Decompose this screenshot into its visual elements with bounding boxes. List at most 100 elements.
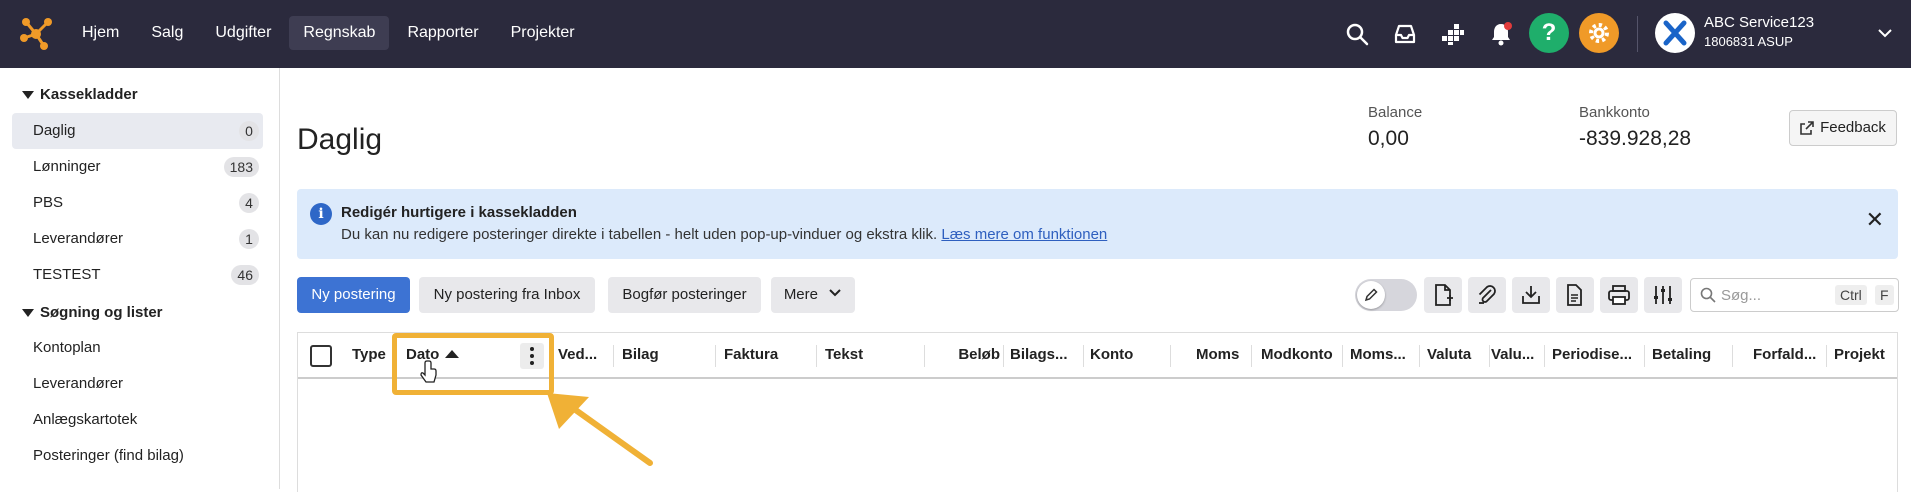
close-icon[interactable]: ✕ <box>1866 207 1884 233</box>
column-header-moms-modkonto[interactable]: Moms... <box>1350 333 1412 377</box>
company-switcher[interactable]: ABC Service123 1806831 ASUP <box>1704 14 1814 49</box>
banner-body: Du kan nu redigere posteringer direkte i… <box>341 226 1107 243</box>
column-header-moms[interactable]: Moms <box>1196 333 1246 377</box>
export-document-icon[interactable] <box>1556 277 1594 313</box>
column-divider <box>715 345 716 367</box>
topbar-divider <box>1637 16 1638 52</box>
caret-down-icon <box>22 90 34 99</box>
search-box: Ctrl F <box>1690 278 1899 312</box>
column-header-vedhaeftning[interactable]: Ved... <box>558 333 606 377</box>
column-header-konto[interactable]: Konto <box>1090 333 1160 377</box>
column-header-valutakurs[interactable]: Valu... <box>1491 333 1543 377</box>
column-divider <box>1732 345 1733 367</box>
apps-grid-icon[interactable] <box>1436 17 1470 51</box>
sidebar-section-title: Søgning og lister <box>40 304 163 321</box>
column-divider <box>816 345 817 367</box>
company-avatar[interactable] <box>1655 13 1695 53</box>
more-dropdown-button[interactable]: Mere <box>771 277 855 313</box>
nav-item-udgifter[interactable]: Udgifter <box>201 16 285 50</box>
column-divider <box>1489 345 1490 367</box>
post-entries-button[interactable]: Bogfør posteringer <box>608 277 761 313</box>
sidebar-item-kontoplan[interactable]: Kontoplan <box>12 330 263 366</box>
sidebar-item-label: PBS <box>33 194 64 211</box>
more-label: Mere <box>783 286 818 303</box>
column-header-belob[interactable]: Beløb <box>938 333 1000 377</box>
app-logo-icon[interactable] <box>18 16 54 52</box>
external-link-icon <box>1800 121 1814 135</box>
sidebar-section-kassekladder[interactable]: Kassekladder <box>22 86 138 103</box>
column-divider <box>1083 345 1084 367</box>
inbox-icon[interactable] <box>1388 17 1422 51</box>
column-header-valuta[interactable]: Valuta <box>1427 333 1483 377</box>
nav-item-regnskab[interactable]: Regnskab <box>289 16 390 50</box>
column-header-betaling[interactable]: Betaling <box>1652 333 1728 377</box>
sidebar-item-anlaegskartotek[interactable]: Anlægskartotek <box>12 402 263 438</box>
bank-account-label: Bankkonto <box>1579 104 1650 121</box>
info-icon: i <box>310 203 332 225</box>
sidebar-section-sogning[interactable]: Søgning og lister <box>22 304 163 321</box>
sidebar-item-pbs[interactable]: PBS 4 <box>12 185 263 221</box>
column-divider <box>1826 345 1827 367</box>
sidebar-item-posteringer[interactable]: Posteringer (find bilag) <box>12 438 263 474</box>
nav-item-salg[interactable]: Salg <box>137 16 197 50</box>
settings-gear-icon[interactable] <box>1579 13 1619 53</box>
download-icon[interactable] <box>1512 277 1550 313</box>
column-settings-icon[interactable] <box>1644 277 1682 313</box>
column-divider <box>1170 345 1171 367</box>
edit-mode-toggle[interactable] <box>1355 279 1417 311</box>
sidebar-item-leverandorer-journal[interactable]: Leverandører 1 <box>12 221 263 257</box>
column-header-faktura[interactable]: Faktura <box>724 333 794 377</box>
column-header-modkonto[interactable]: Modkonto <box>1261 333 1341 377</box>
column-divider <box>1419 345 1420 367</box>
banner-text: Du kan nu redigere posteringer direkte i… <box>341 226 938 243</box>
select-all-checkbox[interactable] <box>310 345 332 367</box>
notification-bell-icon[interactable] <box>1484 17 1518 51</box>
feedback-button[interactable]: Feedback <box>1789 110 1897 146</box>
pencil-icon <box>1357 281 1385 309</box>
column-divider <box>924 345 925 367</box>
sidebar-item-label: Anlægskartotek <box>33 411 138 428</box>
column-header-tekst[interactable]: Tekst <box>825 333 905 377</box>
nav-item-projekter[interactable]: Projekter <box>497 16 589 50</box>
count-badge: 1 <box>239 229 259 249</box>
column-header-forfaldsdato[interactable]: Forfald... <box>1753 333 1823 377</box>
new-document-icon[interactable] <box>1424 277 1462 313</box>
search-input[interactable] <box>1721 285 1831 305</box>
sidebar-item-label: Daglig <box>33 122 76 139</box>
page-title: Daglig <box>297 123 383 156</box>
new-entry-button[interactable]: Ny postering <box>297 277 410 313</box>
sidebar-item-label: Leverandører <box>33 230 124 247</box>
column-divider <box>1644 345 1645 367</box>
sidebar-item-testest[interactable]: TESTEST 46 <box>12 257 263 293</box>
column-header-type[interactable]: Type <box>352 333 392 377</box>
top-navigation-bar: Hjem Salg Udgifter Regnskab Rapporter Pr… <box>0 0 1911 68</box>
banner-read-more-link[interactable]: Læs mere om funktionen <box>941 226 1107 243</box>
column-header-periodisering[interactable]: Periodise... <box>1552 333 1638 377</box>
count-badge: 4 <box>239 193 259 213</box>
sidebar-item-label: Leverandører <box>33 375 124 392</box>
column-header-bilag[interactable]: Bilag <box>622 333 692 377</box>
nav-item-rapporter[interactable]: Rapporter <box>393 16 492 50</box>
sidebar: Kassekladder Daglig 0 Lønninger 183 PBS … <box>0 68 280 489</box>
print-icon[interactable] <box>1600 277 1638 313</box>
search-icon[interactable] <box>1340 17 1374 51</box>
company-id: 1806831 ASUP <box>1704 34 1793 49</box>
pointer-arrow-icon <box>547 393 653 466</box>
search-icon <box>1700 287 1716 303</box>
column-header-bilagsnr[interactable]: Bilags... <box>1010 333 1076 377</box>
sidebar-item-label: TESTEST <box>33 266 101 283</box>
chevron-down-icon <box>829 289 841 297</box>
shortcut-f: F <box>1875 285 1894 305</box>
sidebar-item-label: Kontoplan <box>33 339 101 356</box>
new-entry-from-inbox-button[interactable]: Ny postering fra Inbox <box>419 277 595 313</box>
sidebar-item-daglig[interactable]: Daglig 0 <box>12 113 263 149</box>
column-divider <box>1251 345 1252 367</box>
nav-item-hjem[interactable]: Hjem <box>68 16 133 50</box>
column-header-projekt[interactable]: Projekt <box>1834 333 1894 377</box>
sidebar-item-lonninger[interactable]: Lønninger 183 <box>12 149 263 185</box>
help-button[interactable]: ? <box>1529 13 1569 53</box>
attachment-icon[interactable] <box>1468 277 1506 313</box>
chevron-down-icon[interactable] <box>1877 25 1893 41</box>
sidebar-item-label: Lønninger <box>33 158 101 175</box>
sidebar-item-leverandorer-list[interactable]: Leverandører <box>12 366 263 402</box>
